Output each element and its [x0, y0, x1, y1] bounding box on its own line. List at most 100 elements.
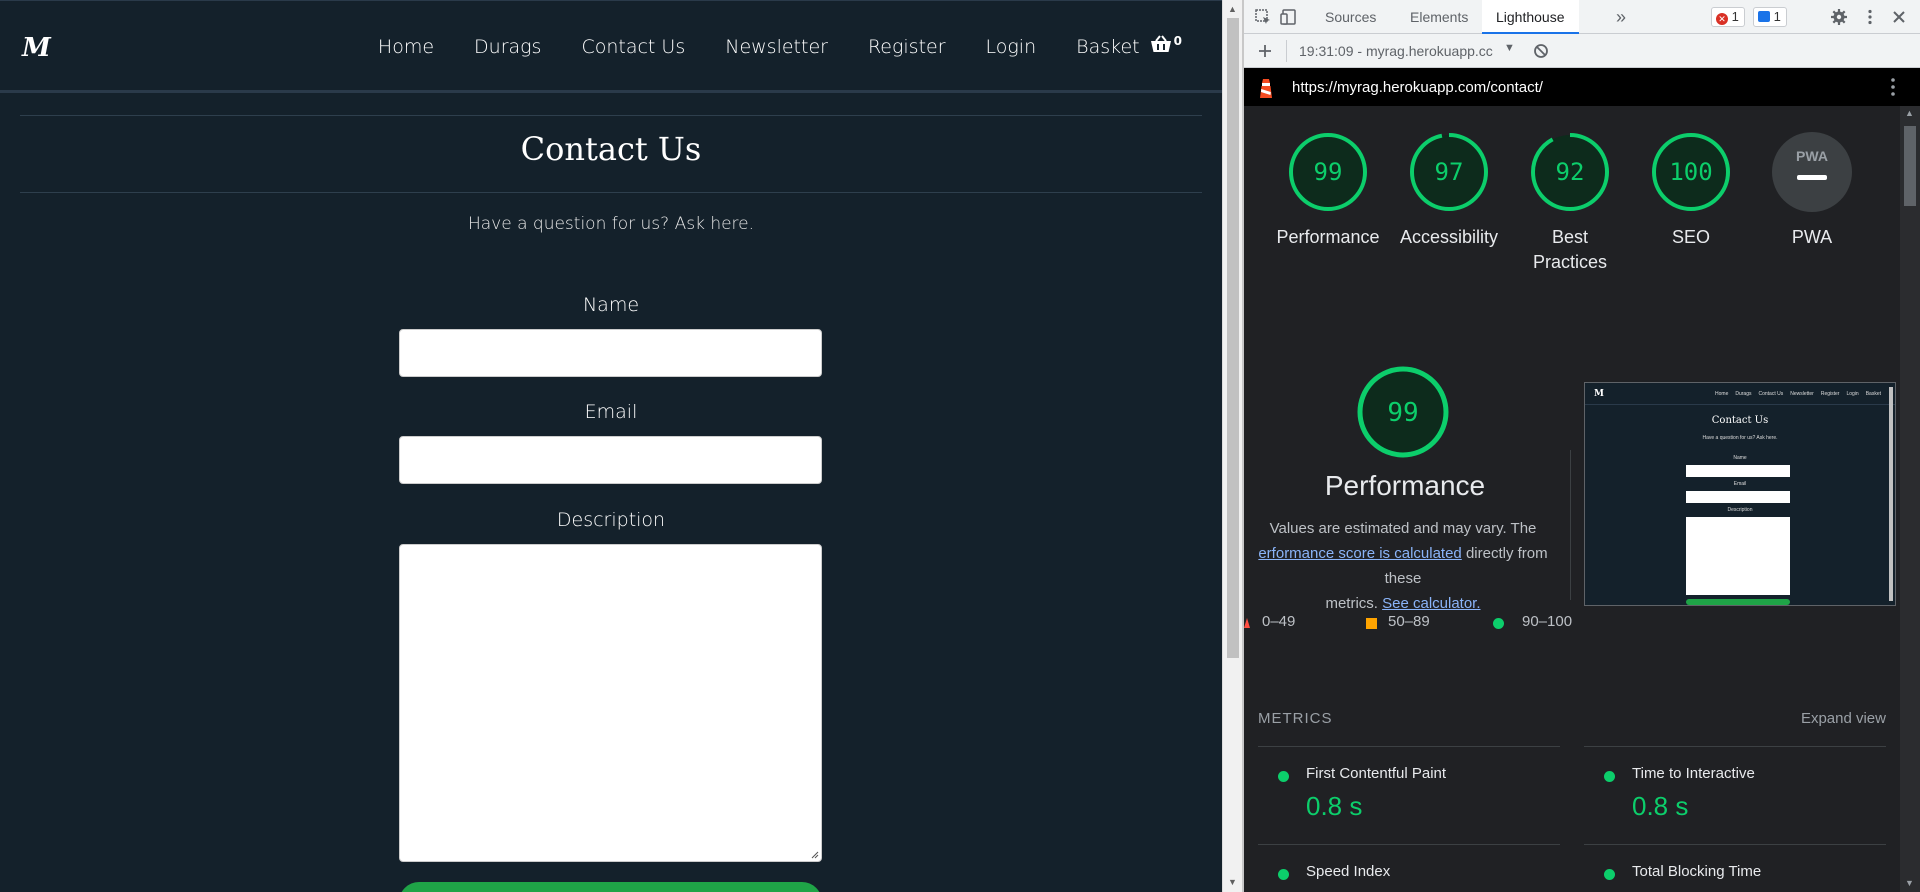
- metric-pass-icon: [1604, 771, 1615, 782]
- metric-name: Total Blocking Time: [1632, 863, 1762, 880]
- expand-view-toggle[interactable]: Expand view: [1801, 710, 1886, 727]
- site-logo[interactable]: M: [22, 33, 51, 63]
- gauge-score: 100: [1669, 158, 1712, 186]
- nav-links: Home Durags Contact Us Newsletter Regist…: [338, 34, 1182, 58]
- tab-elements[interactable]: Elements: [1396, 0, 1482, 34]
- website-scrollbar[interactable]: ▲ ▼: [1222, 0, 1242, 892]
- thumb-name-label: Name: [1733, 455, 1747, 461]
- description-label: Description: [556, 509, 666, 531]
- error-count: 1: [1731, 9, 1739, 24]
- gauge-seo[interactable]: 100 SEO: [1631, 132, 1751, 250]
- metric-fcp: First Contentful Paint 0.8 s: [1258, 746, 1560, 821]
- gauge-best-practices[interactable]: 92 Best Practices: [1510, 132, 1630, 275]
- metric-value: 0.8 s: [1306, 791, 1363, 821]
- nav-newsletter[interactable]: Newsletter: [725, 36, 828, 58]
- see-calculator-link[interactable]: See calculator.: [1382, 595, 1480, 612]
- report-selector[interactable]: 19:31:09 - myrag.herokuapp.cc: [1299, 43, 1493, 59]
- gauge-ring-icon: 99: [1289, 133, 1367, 211]
- report-scrollbar[interactable]: ▲ ▼: [1900, 106, 1920, 892]
- nav-register[interactable]: Register: [868, 36, 946, 58]
- message-count: 1: [1773, 9, 1781, 24]
- metrics-heading: METRICS: [1258, 710, 1333, 727]
- thumb-nav: Home Durags Contact Us Newsletter Regist…: [1715, 391, 1881, 397]
- thumb-nav-item: Register: [1820, 391, 1840, 397]
- metric-pass-icon: [1278, 771, 1289, 782]
- submit-button[interactable]: [399, 882, 822, 892]
- gauge-score: 92: [1556, 158, 1585, 186]
- thumb-description-textarea: [1686, 517, 1790, 595]
- scroll-up-arrow-icon[interactable]: ▲: [1228, 4, 1237, 14]
- gauge-label: SEO: [1671, 227, 1710, 247]
- pwa-badge-icon: PWA: [1772, 132, 1852, 212]
- tab-lighthouse[interactable]: Lighthouse: [1482, 0, 1579, 34]
- kebab-menu-icon[interactable]: [1861, 8, 1879, 26]
- inspect-element-icon[interactable]: [1254, 8, 1272, 26]
- page-title: Contact Us: [520, 130, 702, 168]
- nav-contact-us[interactable]: Contact Us: [581, 36, 685, 58]
- performance-gauge-large: 99: [1357, 366, 1449, 458]
- legend-fail: 0–49: [1262, 613, 1296, 630]
- title-rule-top: [20, 115, 1202, 116]
- report-menu-icon[interactable]: [1884, 77, 1902, 97]
- lighthouse-subtoolbar: 19:31:09 - myrag.herokuapp.cc ▼: [1244, 34, 1920, 68]
- settings-gear-icon[interactable]: [1830, 8, 1848, 26]
- name-input[interactable]: [399, 329, 822, 377]
- gauge-performance[interactable]: 99 Performance: [1268, 132, 1388, 250]
- gauge-ring-icon: 92: [1531, 133, 1609, 211]
- nav-basket[interactable]: Basket 0: [1076, 34, 1182, 58]
- nav-durags[interactable]: Durags: [474, 36, 541, 58]
- gauge-ring-icon: 100: [1652, 133, 1730, 211]
- email-input[interactable]: [399, 436, 822, 484]
- nav-login[interactable]: Login: [986, 36, 1037, 58]
- metric-pass-icon: [1278, 869, 1289, 880]
- report-dropdown-icon[interactable]: ▼: [1504, 42, 1515, 54]
- new-report-plus-icon[interactable]: [1256, 42, 1274, 60]
- page-subtitle: Have a question for us? Ask here.: [467, 214, 755, 234]
- metric-name: Time to Interactive: [1632, 765, 1755, 782]
- tab-sources[interactable]: Sources: [1311, 0, 1390, 34]
- report-scrollbar-thumb[interactable]: [1904, 126, 1916, 206]
- device-toolbar-icon[interactable]: [1280, 8, 1298, 26]
- description-textarea[interactable]: [399, 544, 822, 862]
- website-viewport: M Home Durags Contact Us Newsletter Regi…: [0, 0, 1222, 892]
- thumb-nav-item: Contact Us: [1758, 391, 1784, 397]
- report-scroll-up-icon[interactable]: ▲: [1905, 108, 1914, 118]
- legend-pass-circle-icon: [1493, 618, 1504, 629]
- more-tabs-icon[interactable]: »: [1602, 0, 1640, 34]
- screen: M Home Durags Contact Us Newsletter Regi…: [0, 0, 1920, 892]
- thumb-description-label: Description: [1727, 507, 1753, 513]
- metric-name: First Contentful Paint: [1306, 765, 1447, 782]
- close-devtools-icon[interactable]: [1890, 8, 1908, 26]
- score-calculated-link[interactable]: erformance score is calculated: [1258, 545, 1461, 562]
- subtoolbar-separator: [1286, 40, 1287, 62]
- scroll-down-arrow-icon[interactable]: ▼: [1228, 877, 1237, 887]
- messages-badge[interactable]: 1: [1753, 7, 1787, 27]
- thumb-title: Contact Us: [1711, 415, 1769, 426]
- gauge-score: 99: [1314, 158, 1343, 186]
- clear-reports-icon[interactable]: [1532, 42, 1550, 60]
- basket-icon: [1150, 35, 1172, 58]
- performance-desc-line1: Values are estimated and may vary. The: [1269, 520, 1537, 537]
- nav-basket-label: Basket: [1076, 36, 1140, 58]
- error-badge[interactable]: ✕ 1: [1711, 7, 1745, 27]
- thumb-logo: M: [1594, 389, 1604, 399]
- gauge-pwa[interactable]: PWA PWA: [1752, 132, 1872, 250]
- performance-desc-line3: metrics.: [1325, 595, 1383, 612]
- resize-grip-icon[interactable]: [809, 849, 819, 859]
- thumb-nav-item: Newsletter: [1790, 391, 1814, 397]
- devtools-panel: Sources Elements Lighthouse » ✕ 1 1 19:3…: [1244, 0, 1920, 892]
- report-scroll-down-icon[interactable]: ▼: [1905, 878, 1914, 888]
- gauge-label: PWA: [1791, 227, 1833, 247]
- website-scrollbar-thumb[interactable]: [1227, 18, 1239, 658]
- thumb-email-label: Email: [1733, 481, 1747, 487]
- site-navbar: M Home Durags Contact Us Newsletter Regi…: [0, 0, 1222, 93]
- page-screenshot-thumbnail[interactable]: M Home Durags Contact Us Newsletter Regi…: [1584, 382, 1896, 606]
- gauge-label: Accessibility: [1399, 227, 1499, 247]
- thumb-scrollbar: [1889, 387, 1893, 601]
- thumb-subtitle: Have a question for us? Ask here.: [1702, 435, 1778, 441]
- legend-average: 50–89: [1388, 613, 1430, 630]
- thumb-navbar: M Home Durags Contact Us Newsletter Regi…: [1585, 383, 1895, 405]
- gauge-accessibility[interactable]: 97 Accessibility: [1389, 132, 1509, 250]
- nav-home[interactable]: Home: [378, 36, 434, 58]
- thumb-nav-item: Durags: [1735, 391, 1752, 397]
